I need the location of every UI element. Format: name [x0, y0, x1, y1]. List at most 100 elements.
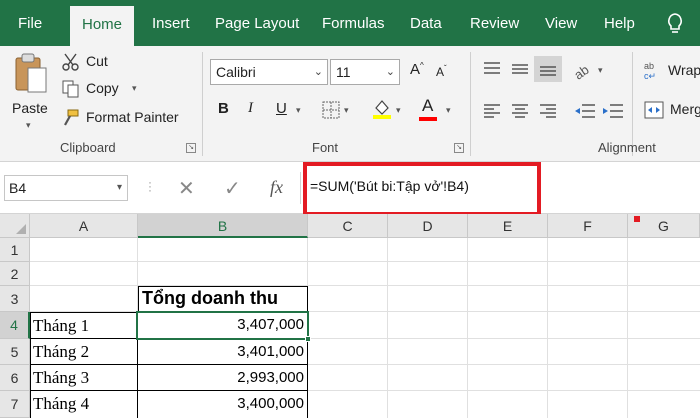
fill-color-icon[interactable] — [372, 98, 392, 120]
formula-bar: B4 ▾ · · · ✕ ✓ fx =SUM('Bút bi:Tập vở'!B4) — [0, 162, 700, 216]
select-all-icon — [16, 224, 26, 234]
cell-a6[interactable]: Tháng 3 — [33, 368, 89, 388]
row-header-2[interactable]: 2 — [0, 262, 30, 286]
align-center-icon[interactable] — [510, 102, 530, 120]
cell-a7[interactable]: Tháng 4 — [33, 394, 89, 414]
chevron-down-icon[interactable]: ▾ — [396, 105, 401, 116]
chevron-down-icon[interactable]: ▾ — [598, 65, 603, 76]
fill-handle[interactable] — [305, 336, 311, 342]
bold-button[interactable]: B — [218, 100, 229, 117]
chevron-down-icon[interactable]: ▾ — [344, 105, 349, 116]
wrap-text-button[interactable]: ab c↵ Wrap — [644, 60, 700, 82]
row-header-4[interactable]: 4 — [0, 312, 30, 339]
top-align-icon[interactable] — [482, 60, 502, 78]
column-header-c[interactable]: C — [308, 214, 388, 238]
chevron-down-icon: ⌄ — [313, 66, 323, 78]
format-painter-label: Format Painter — [86, 109, 179, 125]
cell-b5[interactable]: 3,401,000 — [138, 343, 304, 360]
svg-text:ab: ab — [572, 62, 592, 80]
copy-icon — [62, 80, 79, 98]
cut-button[interactable]: Cut — [62, 52, 122, 74]
cut-label: Cut — [86, 53, 108, 69]
row-header-3[interactable]: 3 — [0, 286, 30, 312]
svg-text:c↵: c↵ — [644, 71, 656, 80]
row-header-1[interactable]: 1 — [0, 238, 30, 262]
bottom-align-button[interactable] — [534, 56, 562, 82]
insert-function-button[interactable]: fx — [270, 177, 283, 198]
tab-home[interactable]: Home — [70, 6, 135, 46]
name-box[interactable]: B4 ▾ — [4, 175, 128, 201]
row-header-5[interactable]: 5 — [0, 339, 30, 365]
ribbon: Paste ▾ Cut Copy ▾ Format Painter Clipbo… — [0, 46, 700, 162]
font-launcher-icon[interactable]: ↘ — [454, 143, 464, 153]
enter-check-icon[interactable]: ✓ — [224, 176, 241, 201]
middle-align-icon[interactable] — [510, 60, 530, 78]
font-name-select[interactable]: Calibri ⌄ — [210, 59, 328, 85]
table-border — [30, 364, 308, 365]
chevron-down-icon: ▾ — [26, 120, 31, 130]
align-right-icon[interactable] — [538, 102, 558, 120]
tab-view[interactable]: View — [545, 0, 577, 46]
chevron-down-icon[interactable]: ▾ — [296, 105, 301, 116]
formula-divider — [300, 172, 301, 204]
row-header-7[interactable]: 7 — [0, 391, 30, 418]
tab-formulas[interactable]: Formulas — [322, 0, 385, 46]
paste-button[interactable]: Paste ▾ — [8, 52, 54, 132]
paste-label: Paste — [12, 100, 48, 116]
format-painter-button[interactable]: Format Painter — [62, 108, 186, 130]
active-cell-selection[interactable] — [136, 311, 309, 340]
svg-text:ab: ab — [644, 61, 654, 71]
underline-button[interactable]: U — [276, 100, 287, 117]
column-header-d[interactable]: D — [388, 214, 468, 238]
tab-review[interactable]: Review — [470, 0, 519, 46]
column-header-f[interactable]: F — [548, 214, 628, 238]
chevron-down-icon: ▾ — [132, 83, 137, 93]
alignment-group-label: Alignment — [598, 140, 656, 155]
name-box-value: B4 — [9, 180, 27, 196]
column-header-e[interactable]: E — [468, 214, 548, 238]
row-header-6[interactable]: 6 — [0, 365, 30, 391]
chevron-down-icon: ▾ — [116, 182, 122, 193]
ribbon-tab-bar: File Home Insert Page Layout Formulas Da… — [0, 0, 700, 46]
column-header-a[interactable]: A — [30, 214, 138, 238]
decrease-indent-icon[interactable] — [574, 102, 596, 120]
decrease-font-size-button[interactable]: Aˇ — [436, 64, 447, 79]
red-marker — [634, 216, 640, 222]
clipboard-launcher-icon[interactable]: ↘ — [186, 143, 196, 153]
scissors-icon — [62, 53, 79, 71]
cell-a4[interactable]: Tháng 1 — [33, 316, 89, 336]
cell-b7[interactable]: 3,400,000 — [138, 395, 304, 412]
cell-b6[interactable]: 2,993,000 — [138, 369, 304, 386]
tab-help[interactable]: Help — [604, 0, 635, 46]
orientation-icon[interactable]: ab — [572, 60, 594, 80]
chevron-down-icon: ⌄ — [385, 66, 395, 78]
wrap-text-icon: ab c↵ — [644, 61, 656, 80]
tab-data[interactable]: Data — [410, 0, 442, 46]
cancel-icon[interactable]: ✕ — [178, 176, 195, 201]
cell-b3[interactable]: Tổng doanh thu — [142, 288, 278, 309]
font-color-swatch — [419, 117, 437, 121]
font-size-value: 11 — [336, 64, 351, 80]
cell-a5[interactable]: Tháng 2 — [33, 342, 89, 362]
drag-handle-icon[interactable]: · · · — [148, 176, 152, 196]
chevron-down-icon[interactable]: ▾ — [446, 105, 451, 116]
align-left-icon[interactable] — [482, 102, 502, 120]
font-size-select[interactable]: 11 ⌄ — [330, 59, 400, 85]
paste-icon — [15, 53, 47, 93]
increase-indent-icon[interactable] — [602, 102, 624, 120]
clipboard-group-label: Clipboard — [60, 140, 116, 155]
column-header-b[interactable]: B — [138, 214, 308, 238]
group-divider — [470, 52, 471, 156]
tab-page-layout[interactable]: Page Layout — [215, 0, 299, 46]
font-color-button[interactable]: A — [422, 96, 433, 116]
tab-insert[interactable]: Insert — [152, 0, 190, 46]
increase-font-size-button[interactable]: A^ — [410, 61, 424, 78]
borders-icon[interactable] — [322, 101, 340, 119]
wrap-text-label: Wrap — [668, 62, 700, 78]
tab-file[interactable]: File — [18, 0, 42, 46]
lightbulb-icon[interactable] — [666, 12, 684, 36]
merge-center-button[interactable]: Merg — [644, 100, 700, 122]
italic-button[interactable]: I — [248, 100, 253, 117]
copy-button[interactable]: Copy ▾ — [62, 79, 142, 101]
select-all-corner[interactable] — [0, 214, 30, 238]
